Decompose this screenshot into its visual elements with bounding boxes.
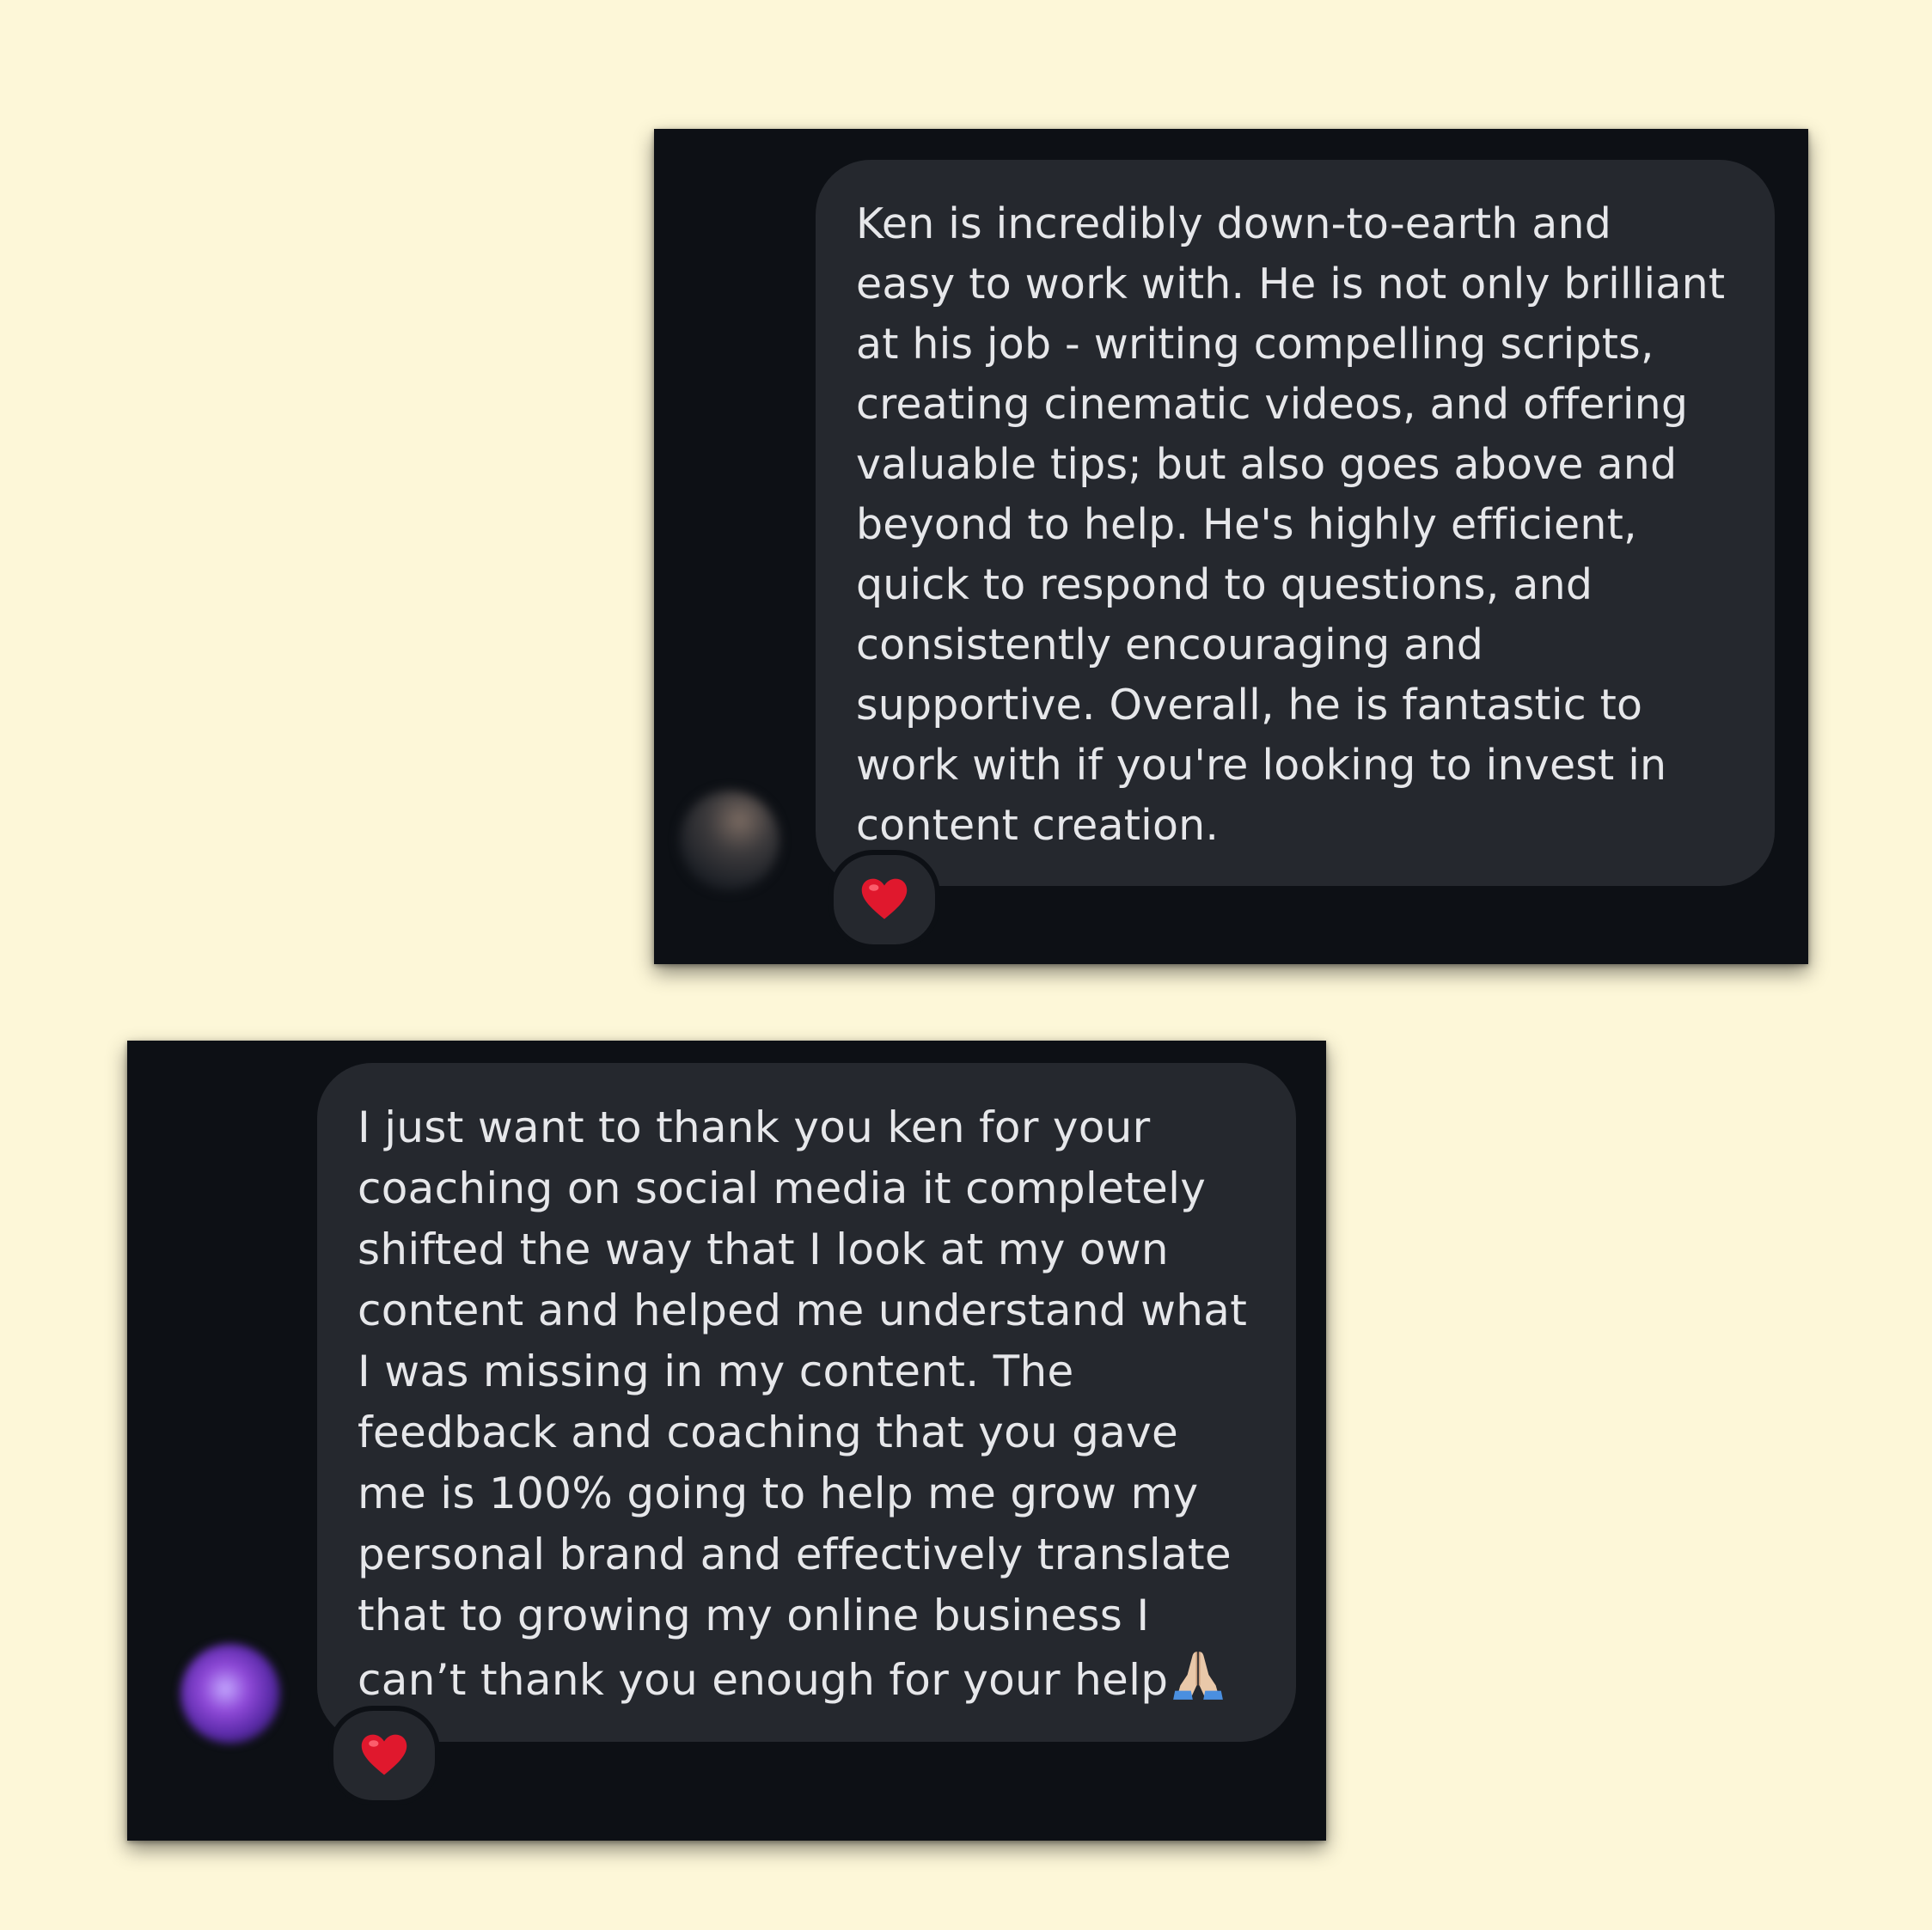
sender-avatar[interactable] xyxy=(180,1644,280,1744)
message-bubble[interactable]: I just want to thank you ken for your co… xyxy=(317,1063,1296,1742)
message-screenshot-1: Ken is incredibly down-to-earth and easy… xyxy=(654,129,1808,964)
sender-avatar[interactable] xyxy=(680,791,780,890)
heart-reaction[interactable] xyxy=(328,1706,440,1805)
message-bubble[interactable]: Ken is incredibly down-to-earth and easy… xyxy=(816,160,1775,886)
message-screenshot-2: I just want to thank you ken for your co… xyxy=(127,1041,1326,1841)
red-heart-icon xyxy=(361,1734,407,1775)
folded-hands-icon xyxy=(1173,1652,1224,1700)
message-text: Ken is incredibly down-to-earth and easy… xyxy=(856,199,1726,850)
heart-reaction[interactable] xyxy=(828,850,940,950)
red-heart-icon xyxy=(861,878,908,919)
message-text: I just want to thank you ken for your co… xyxy=(358,1102,1248,1705)
